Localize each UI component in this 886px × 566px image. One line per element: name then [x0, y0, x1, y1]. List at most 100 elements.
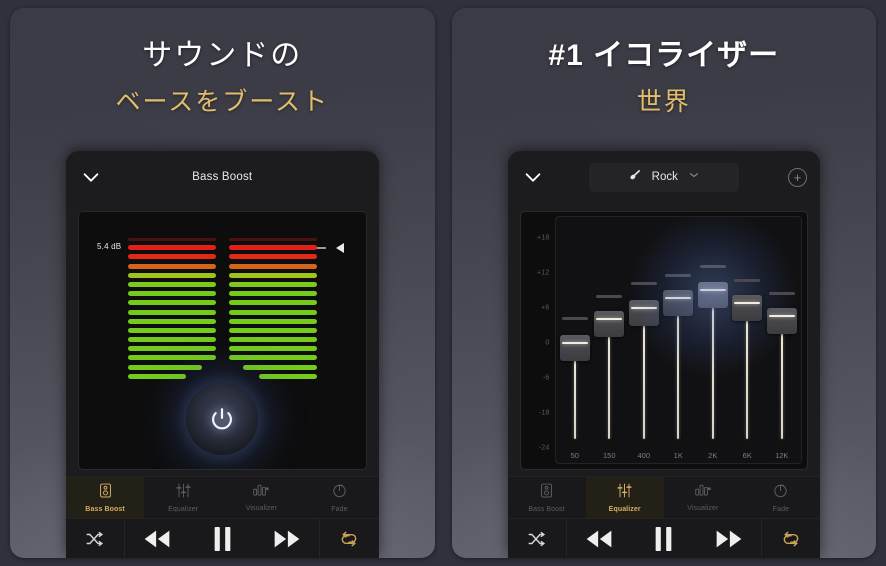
meter-segment — [228, 327, 317, 333]
meter-segment — [228, 245, 317, 251]
tab-label: Fade — [331, 505, 348, 513]
meter-segment — [228, 238, 317, 241]
eq-band-thumb[interactable] — [766, 308, 797, 335]
promo-subline: 世界 — [636, 87, 691, 117]
meter-segment — [127, 373, 186, 379]
plus-circle-icon[interactable]: + — [788, 167, 807, 187]
eq-field: 50 150 400 1K 2K 6K 12K — [554, 216, 802, 464]
page-title: Bass Boost — [192, 171, 253, 183]
tab-bar: Bass Boost Equalizer Visualizer Fade — [66, 476, 379, 518]
repeat-button[interactable] — [320, 530, 378, 548]
eq-thumb-line — [561, 342, 588, 345]
meter-segment — [258, 373, 317, 379]
eq-y-axis: +18 +12 +6 0 -6 -18 -24 — [521, 212, 555, 469]
eq-frequency-label: 12K — [775, 451, 789, 460]
tab-bass-boost[interactable]: Bass Boost — [66, 477, 145, 518]
eq-axis-label: -6 — [542, 374, 550, 382]
meter-segment — [127, 291, 216, 297]
eq-band-150[interactable] — [592, 217, 627, 443]
power-button[interactable] — [186, 383, 259, 455]
eq-band-ghost-marker — [561, 316, 588, 320]
speaker-icon — [540, 483, 553, 503]
meter-segment — [242, 364, 317, 370]
eq-band-thumb[interactable] — [628, 300, 659, 327]
eq-band-12K[interactable] — [765, 217, 800, 443]
promo-headline: #1 イコライザー — [548, 39, 780, 72]
guitar-icon — [628, 168, 642, 187]
fade-circle-icon — [773, 483, 788, 503]
meter-segment — [127, 346, 216, 352]
app-header: Bass Boost — [66, 151, 379, 203]
eq-band-rail — [677, 298, 680, 439]
tab-label: Bass Boost — [528, 505, 565, 513]
eq-frequency-label: 1K — [673, 451, 683, 460]
preset-selector[interactable]: Rock — [588, 162, 739, 192]
tab-visualizer[interactable]: Visualizer — [222, 477, 300, 518]
shuffle-button[interactable] — [66, 531, 124, 547]
screen-canvas: 5.4 dB — [78, 211, 367, 470]
meter-segment — [228, 254, 317, 260]
eq-frequency-label: 6K — [742, 451, 752, 460]
tab-label: Fade — [772, 505, 790, 513]
eq-band-rail — [746, 304, 749, 439]
tab-fade[interactable]: Fade — [300, 477, 378, 518]
eq-frequency-label: 50 — [570, 451, 579, 460]
eq-band-thumb[interactable] — [663, 289, 694, 316]
previous-button[interactable] — [567, 529, 632, 549]
tab-equalizer[interactable]: Equalizer — [144, 477, 222, 518]
promo-subline: ベースをブースト — [115, 87, 329, 117]
play-pause-button[interactable] — [190, 526, 255, 551]
eq-band-thumb[interactable] — [594, 311, 625, 338]
eq-axis-label: +18 — [537, 234, 550, 242]
shuffle-button[interactable] — [508, 531, 566, 547]
eq-band-ghost-marker — [665, 273, 692, 277]
bars-icon — [253, 483, 270, 502]
eq-frequency-labels: 50 150 400 1K 2K 6K 12K — [558, 451, 800, 460]
eq-band-rail — [780, 317, 783, 439]
tab-label: Visualizer — [245, 505, 277, 512]
eq-band-400[interactable] — [627, 217, 662, 443]
eq-thumb-line — [734, 302, 761, 305]
eq-axis-label: 0 — [545, 339, 550, 347]
eq-thumb-line — [699, 288, 726, 291]
meter-segment — [228, 337, 317, 343]
meter-segment — [228, 309, 317, 315]
previous-button[interactable] — [125, 529, 190, 549]
eq-band-2K[interactable] — [627, 217, 798, 443]
meter-segment — [127, 245, 216, 251]
app-window: Bass Boost 5.4 dB Bass Boost Equalizer Visua… — [66, 151, 379, 558]
eq-thumb-line — [665, 296, 692, 299]
sliders-icon — [176, 483, 191, 503]
eq-band-ghost-marker — [734, 278, 761, 282]
eq-band-ghost-marker — [596, 295, 623, 299]
tab-label: Bass Boost — [85, 505, 125, 513]
next-button[interactable] — [696, 529, 761, 549]
meter-segment — [228, 263, 317, 269]
meter-segment — [127, 318, 216, 324]
meter-segment — [228, 272, 317, 278]
meter-segment — [127, 309, 216, 315]
eq-band-6K[interactable] — [730, 217, 765, 443]
repeat-button[interactable] — [762, 530, 820, 548]
eq-band-thumb[interactable] — [732, 295, 763, 322]
eq-band-50[interactable] — [558, 217, 593, 443]
tab-equalizer[interactable]: Equalizer — [585, 477, 664, 518]
tab-bass-boost[interactable]: Bass Boost — [508, 477, 586, 518]
tab-label: Equalizer — [608, 505, 641, 513]
next-button[interactable] — [255, 529, 320, 549]
app-header: Rock + — [508, 151, 821, 203]
chevron-down-icon[interactable] — [80, 166, 102, 188]
eq-band-thumb[interactable] — [697, 281, 728, 308]
eq-band-thumb[interactable] — [559, 335, 590, 362]
tab-fade[interactable]: Fade — [742, 477, 820, 518]
meter-segment — [228, 281, 317, 287]
chevron-down-icon[interactable] — [522, 166, 544, 188]
eq-thumb-line — [596, 318, 623, 321]
eq-band-1K[interactable] — [661, 217, 696, 443]
preset-name: Rock — [651, 171, 678, 183]
play-pause-button[interactable] — [631, 526, 696, 551]
eq-band-rail — [711, 290, 714, 439]
eq-band-ghost-marker — [699, 265, 726, 269]
speaker-icon — [99, 483, 112, 503]
tab-visualizer[interactable]: Visualizer — [664, 477, 742, 518]
